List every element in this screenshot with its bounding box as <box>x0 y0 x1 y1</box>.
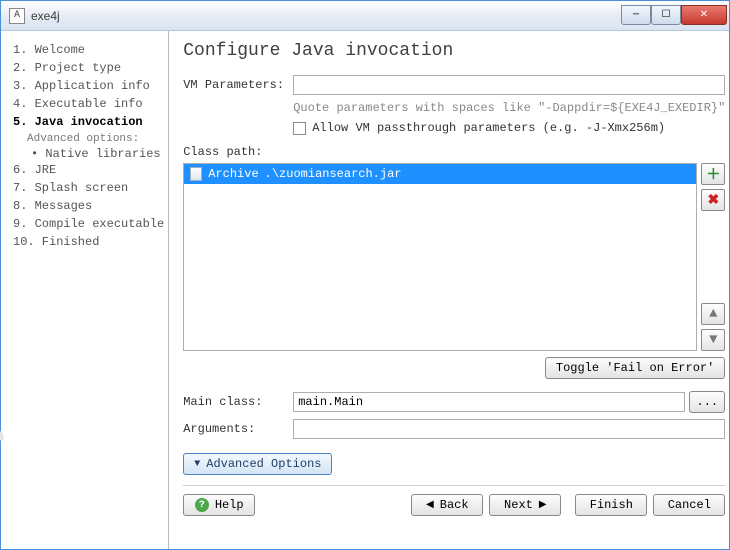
help-button[interactable]: ? Help <box>183 494 255 516</box>
window-title: exe4j <box>31 9 621 23</box>
back-button[interactable]: Back <box>411 494 483 516</box>
maximize-button[interactable]: ☐ <box>651 5 681 25</box>
finish-button[interactable]: Finish <box>575 494 647 516</box>
arguments-label: Arguments: <box>183 422 293 436</box>
main-panel: Configure Java invocation VM Parameters:… <box>169 31 730 549</box>
step-messages[interactable]: 8. Messages <box>13 197 164 215</box>
classpath-list[interactable]: Archive .\zuomiansearch.jar <box>183 163 697 351</box>
step-application-info[interactable]: 3. Application info <box>13 77 164 95</box>
app-icon: A <box>9 8 25 24</box>
step-splash-screen[interactable]: 7. Splash screen <box>13 179 164 197</box>
help-button-label: Help <box>215 498 244 512</box>
step-welcome[interactable]: 1. Welcome <box>13 41 164 59</box>
add-classpath-button[interactable]: ＋ <box>701 163 725 185</box>
next-button[interactable]: Next <box>489 494 561 516</box>
archive-icon <box>190 167 202 181</box>
arguments-input[interactable] <box>293 419 725 439</box>
main-class-input[interactable] <box>293 392 685 412</box>
page-title: Configure Java invocation <box>183 41 725 61</box>
vm-parameters-label: VM Parameters: <box>183 78 293 92</box>
advanced-options-button[interactable]: Advanced Options <box>183 453 332 475</box>
step-compile-executable[interactable]: 9. Compile executable <box>13 215 164 233</box>
vm-passthrough-label: Allow VM passthrough parameters (e.g. -J… <box>312 121 665 135</box>
classpath-item-path: .\zuomiansearch.jar <box>265 167 402 181</box>
brand-watermark: exe4j <box>0 426 5 541</box>
advanced-options-label: Advanced options: <box>13 133 164 145</box>
step-finished[interactable]: 10. Finished <box>13 233 164 251</box>
move-down-button[interactable]: ▼ <box>701 329 725 351</box>
wizard-steps-sidebar: 1. Welcome 2. Project type 3. Applicatio… <box>1 31 169 549</box>
step-executable-info[interactable]: 4. Executable info <box>13 95 164 113</box>
remove-classpath-button[interactable]: ✖ <box>701 189 725 211</box>
step-jre[interactable]: 6. JRE <box>13 161 164 179</box>
close-button[interactable]: ✕ <box>681 5 727 25</box>
help-icon: ? <box>195 498 209 512</box>
step-project-type[interactable]: 2. Project type <box>13 59 164 77</box>
cancel-button[interactable]: Cancel <box>653 494 725 516</box>
step-native-libraries[interactable]: Native libraries <box>13 147 164 161</box>
toggle-fail-on-error-button[interactable]: Toggle 'Fail on Error' <box>545 357 725 379</box>
classpath-item[interactable]: Archive .\zuomiansearch.jar <box>184 164 696 184</box>
titlebar[interactable]: A exe4j ─ ☐ ✕ <box>1 1 729 31</box>
separator <box>183 485 725 486</box>
step-java-invocation[interactable]: 5. Java invocation <box>13 113 164 131</box>
wizard-footer: ? Help Back Next Finish Cancel <box>183 494 725 516</box>
browse-main-class-button[interactable]: ... <box>689 391 725 413</box>
classpath-label: Class path: <box>183 145 725 159</box>
classpath-item-prefix: Archive <box>208 167 258 181</box>
move-up-button[interactable]: ▲ <box>701 303 725 325</box>
minimize-button[interactable]: ─ <box>621 5 651 25</box>
main-class-label: Main class: <box>183 395 293 409</box>
vm-parameters-hint: Quote parameters with spaces like "-Dapp… <box>293 101 725 115</box>
vm-parameters-input[interactable] <box>293 75 725 95</box>
app-window: A exe4j ─ ☐ ✕ 1. Welcome 2. Project type… <box>0 0 730 550</box>
vm-passthrough-checkbox[interactable] <box>293 122 306 135</box>
